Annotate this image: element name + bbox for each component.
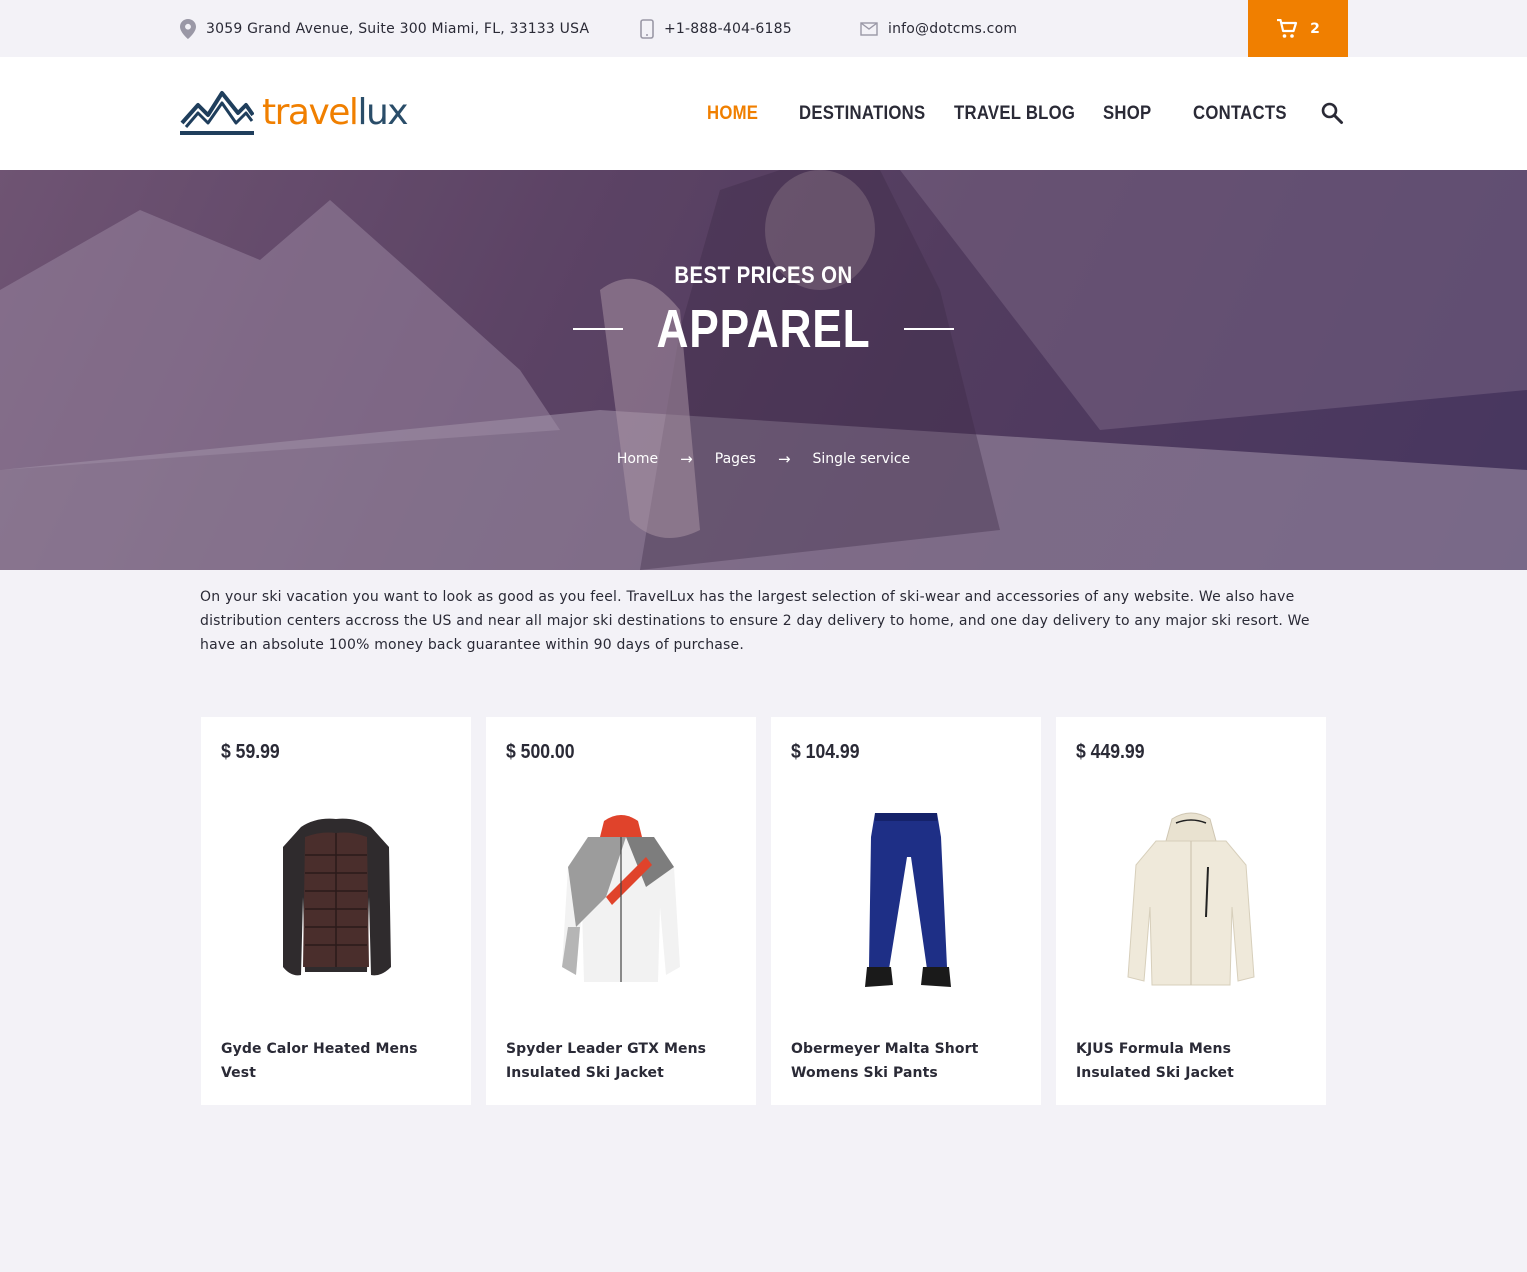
product-card[interactable]: $ 449.99 KJUS Formula Mens Insulated Ski… xyxy=(1056,717,1326,1105)
arrow-right-icon: → xyxy=(777,450,791,468)
shopping-cart-icon xyxy=(1277,18,1298,38)
nav-label-contacts: CONTACTS xyxy=(1193,102,1287,124)
logo-text: travellux xyxy=(262,92,409,133)
nav-label-destinations: DESTINATIONS xyxy=(799,102,926,124)
nav-item-shop[interactable]: SHOP xyxy=(1103,57,1158,170)
hero-title: APPAREL xyxy=(656,299,871,359)
address-text: 3059 Grand Avenue, Suite 300 Miami, FL, … xyxy=(206,20,590,37)
email-info[interactable]: info@dotcms.com xyxy=(860,0,1017,57)
top-bar: 3059 Grand Avenue, Suite 300 Miami, FL, … xyxy=(0,0,1527,57)
location-pin-icon xyxy=(180,18,196,39)
product-price: $ 59.99 xyxy=(221,741,280,763)
hero-divider-left xyxy=(572,328,623,330)
product-name: Spyder Leader GTX Mens Insulated Ski Jac… xyxy=(506,1041,707,1081)
intro-paragraph: On your ski vacation you want to look as… xyxy=(200,589,1310,653)
mobile-phone-icon xyxy=(640,18,654,39)
nav-item-travel-blog[interactable]: TRAVEL BLOG xyxy=(954,57,1092,170)
breadcrumb-current: Single service xyxy=(812,451,911,467)
hero-title-row: APPAREL xyxy=(0,302,1527,356)
cart-count: 2 xyxy=(1310,20,1320,37)
nav-item-destinations[interactable]: DESTINATIONS xyxy=(799,57,943,170)
product-image-vest xyxy=(283,818,391,976)
nav-item-home[interactable]: HOME xyxy=(707,57,765,170)
product-card[interactable]: $ 500.00 Spyder Leader GTX Mens Insulate… xyxy=(486,717,756,1105)
arrow-right-icon: → xyxy=(680,450,693,468)
search-icon xyxy=(1321,102,1343,124)
product-name: Obermeyer Malta Short Womens Ski Pants xyxy=(791,1041,979,1081)
hero-subtitle: BEST PRICES ON xyxy=(674,262,853,289)
product-name: Gyde Calor Heated Mens Vest xyxy=(221,1041,418,1081)
cart-button[interactable]: 2 xyxy=(1248,0,1348,57)
product-name: KJUS Formula Mens Insulated Ski Jacket xyxy=(1076,1041,1234,1081)
phone-text: +1-888-404-6185 xyxy=(664,20,792,37)
nav-item-contacts[interactable]: CONTACTS xyxy=(1193,57,1300,170)
hero-banner: BEST PRICES ON APPAREL Home → Pages → Si… xyxy=(0,170,1527,570)
breadcrumb-pages[interactable]: Pages xyxy=(715,451,756,467)
product-card[interactable]: $ 59.99 Gyde Calor Heated Mens Vest xyxy=(201,717,471,1105)
hero-overlay xyxy=(0,170,1527,570)
product-image-ski-pants xyxy=(865,813,951,987)
logo[interactable]: travellux xyxy=(180,89,409,137)
search-button[interactable] xyxy=(1320,101,1344,129)
phone-info[interactable]: +1-888-404-6185 xyxy=(640,0,792,57)
product-image-insulated-jacket xyxy=(1127,812,1255,986)
logo-text-lux: lux xyxy=(357,92,408,133)
mountains-logo-icon xyxy=(180,91,254,135)
nav-label-home: HOME xyxy=(707,102,759,124)
hero-divider-right xyxy=(904,328,955,330)
email-text: info@dotcms.com xyxy=(888,20,1018,37)
product-price: $ 500.00 xyxy=(506,741,575,763)
envelope-icon xyxy=(860,21,878,36)
breadcrumb-home[interactable]: Home xyxy=(617,451,658,467)
product-card[interactable]: $ 104.99 Obermeyer Malta Short Womens Sk… xyxy=(771,717,1041,1105)
address-info: 3059 Grand Avenue, Suite 300 Miami, FL, … xyxy=(180,0,589,57)
logo-text-travel: travel xyxy=(262,92,359,133)
main-header: travellux HOME DESTINATIONS TRAVEL BLOG … xyxy=(0,57,1527,170)
product-price: $ 449.99 xyxy=(1076,741,1145,763)
nav-label-shop: SHOP xyxy=(1103,102,1152,124)
nav-label-travel-blog: TRAVEL BLOG xyxy=(954,102,1076,124)
product-image-ski-jacket xyxy=(562,815,680,982)
breadcrumb: Home → Pages → Single service xyxy=(0,450,1527,468)
product-price: $ 104.99 xyxy=(791,741,860,763)
